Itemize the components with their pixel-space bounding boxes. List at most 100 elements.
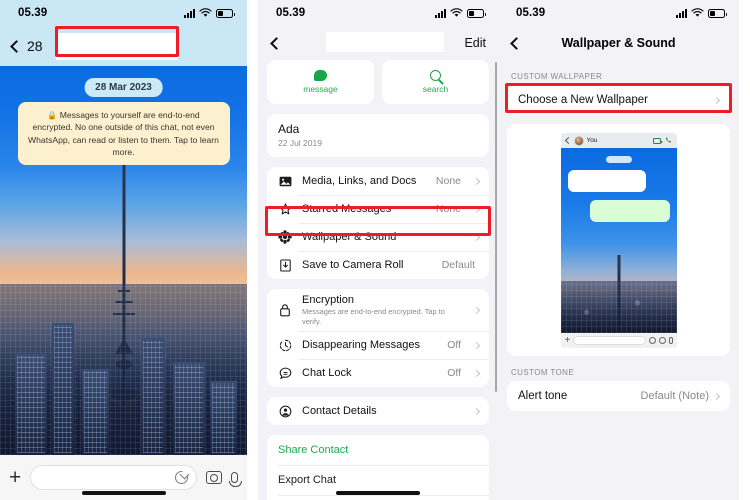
wifi-icon [199, 8, 212, 17]
lock-icon: 🔒 [47, 111, 58, 120]
chevron-left-icon [564, 136, 572, 145]
row-save-to-camera-roll[interactable]: Save to Camera Roll Default [267, 251, 489, 279]
chat-title-field[interactable] [56, 33, 178, 60]
chevron-right-icon [472, 407, 481, 415]
video-call-icon [652, 137, 663, 144]
status-bar: 05.39 [0, 0, 247, 26]
status-icons [676, 8, 727, 18]
signal-bars-icon [184, 8, 195, 18]
battery-icon [708, 8, 727, 18]
building [172, 361, 205, 455]
choose-wallpaper-label: Choose a New Wallpaper [518, 94, 648, 106]
chevron-right-icon [472, 233, 481, 241]
signal-bars-icon [435, 8, 446, 18]
encryption-notice[interactable]: 🔒 Messages to yourself are end-to-end en… [17, 102, 230, 165]
wifi-icon [450, 8, 463, 17]
unread-count[interactable]: 28 [27, 38, 43, 54]
alert-tone-label: Alert tone [518, 390, 568, 402]
search-icon [430, 70, 441, 81]
sticker-icon [648, 337, 656, 344]
avatar-icon [573, 135, 584, 146]
contact-info-body: message search Ada 22 Jul 2019 Media, Li… [258, 60, 498, 500]
timer-icon [277, 339, 293, 352]
edit-button[interactable]: Edit [464, 36, 486, 50]
chevron-right-icon [472, 369, 481, 377]
row-label: Media, Links, and Docs [302, 175, 417, 187]
voice-call-icon [665, 137, 671, 143]
status-bar: 05.39 [498, 0, 739, 26]
preview-contact-name: You [586, 137, 598, 144]
preview-nav-bar: You [560, 133, 677, 148]
microphone-icon[interactable] [229, 472, 242, 487]
preview-incoming-bubble [567, 170, 646, 192]
preview-bubbles [561, 148, 677, 333]
alert-tone-row[interactable]: Alert tone Default (Note) [507, 381, 730, 411]
preview-call-icons [652, 137, 672, 144]
contact-nav-bar: Edit [258, 26, 498, 60]
chevron-right-icon [712, 96, 721, 104]
building [209, 381, 238, 455]
settings-group-1: Media, Links, and Docs None Starred Mess… [267, 167, 489, 279]
panel-divider [247, 0, 258, 500]
status-icons [184, 8, 235, 18]
status-bar: 05.39 [258, 0, 498, 26]
wallpaper-preview-card[interactable]: You + [507, 124, 730, 356]
row-label: Encryption [302, 294, 354, 306]
camera-icon [658, 337, 666, 344]
row-value: None [435, 203, 461, 215]
building [140, 338, 166, 455]
row-label: Disappearing Messages [302, 339, 421, 352]
chevron-right-icon [712, 392, 721, 400]
row-label: Contact Details [302, 405, 377, 418]
plus-icon[interactable]: + [9, 467, 21, 488]
row-disappearing-messages[interactable]: Disappearing Messages Off [267, 331, 489, 359]
panel-chat: 05.39 28 28 Mar 2023 🔒 Messages to yours… [0, 0, 247, 500]
settings-group-3: Contact Details [267, 397, 489, 426]
row-wallpaper-and-sound[interactable]: Wallpaper & Sound [267, 223, 489, 251]
row-label: Starred Messages [302, 203, 392, 215]
person-circle-icon [277, 405, 293, 418]
message-action-label: message [303, 84, 338, 94]
save-download-icon [277, 258, 293, 272]
message-action-button[interactable]: message [267, 60, 374, 104]
choose-new-wallpaper-button[interactable]: Choose a New Wallpaper [507, 85, 730, 115]
vertical-scrollbar[interactable] [495, 62, 497, 392]
contact-name: Ada [278, 122, 300, 136]
chevron-right-icon [472, 306, 481, 314]
row-media-links-docs[interactable]: Media, Links, and Docs None [267, 167, 489, 195]
chevron-left-icon[interactable] [270, 36, 283, 50]
camera-icon[interactable] [206, 471, 222, 484]
building [51, 322, 75, 455]
building [14, 353, 47, 455]
row-label: Wallpaper & Sound [302, 231, 397, 243]
photo-icon [277, 176, 293, 187]
panel-contact-info: 05.39 Edit message search Ada 22 Jul 201… [258, 0, 498, 500]
search-action-button[interactable]: search [382, 60, 489, 104]
chevron-left-icon[interactable] [10, 39, 23, 53]
clear-chat-button[interactable]: Clear Chat [267, 495, 489, 500]
row-contact-details[interactable]: Contact Details [267, 397, 489, 425]
chat-wallpaper: 28 Mar 2023 🔒 Messages to yourself are e… [0, 66, 247, 455]
chevron-right-icon [472, 177, 481, 185]
status-time: 05.39 [516, 7, 546, 19]
battery-icon [467, 8, 486, 18]
chat-lock-icon [277, 367, 293, 380]
share-contact-button[interactable]: Share Contact [267, 435, 489, 465]
preview-outgoing-bubble [589, 200, 670, 222]
wallpaper-nav-bar: Wallpaper & Sound [498, 26, 739, 60]
sticker-icon[interactable] [175, 471, 188, 484]
contact-title-field[interactable] [326, 32, 444, 52]
star-icon [277, 203, 293, 216]
row-chat-lock[interactable]: Chat Lock Off [267, 359, 489, 387]
row-starred-messages[interactable]: Starred Messages None [267, 195, 489, 223]
contact-name-card[interactable]: Ada 22 Jul 2019 [267, 114, 489, 157]
row-sublabel: Messages are end-to-end encrypted. Tap t… [302, 307, 445, 326]
preview-input [573, 336, 646, 345]
message-input[interactable] [30, 465, 197, 490]
date-pill: 28 Mar 2023 [84, 78, 163, 97]
wifi-icon [691, 8, 704, 17]
row-label: Chat Lock [302, 367, 352, 380]
row-encryption[interactable]: Encryption Messages are end-to-end encry… [267, 289, 489, 331]
chevron-right-icon [472, 341, 481, 349]
custom-wallpaper-section-label: CUSTOM WALLPAPER [511, 72, 603, 81]
